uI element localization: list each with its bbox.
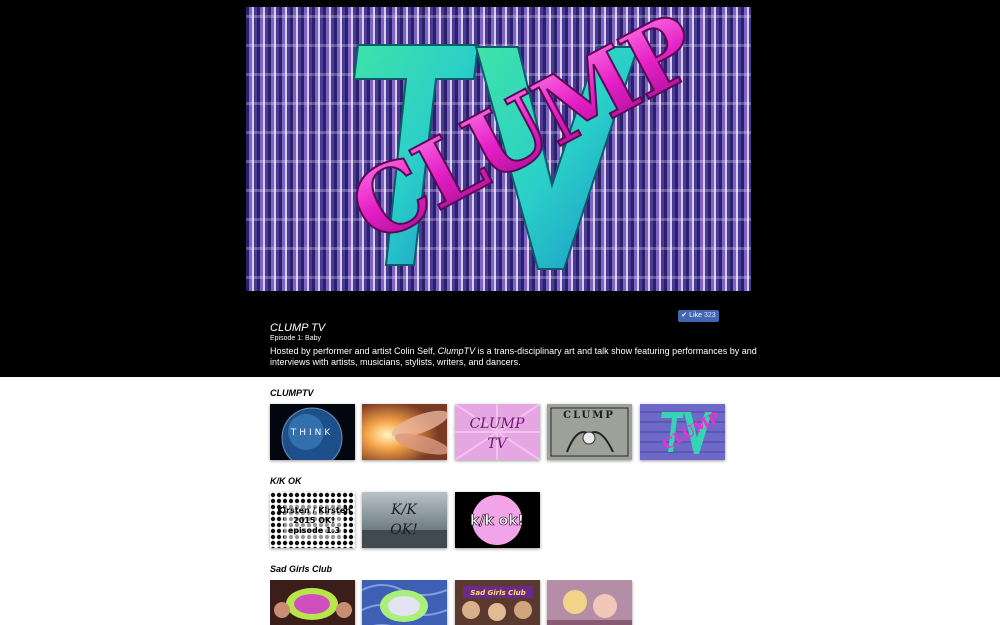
section-title-clumptv: CLUMPTV (270, 388, 314, 398)
video-header-area: CLUMP ✔ Like 323 CLUMP TV Episode 1: Bab… (0, 0, 1000, 377)
svg-text:OK!: OK! (390, 522, 418, 538)
thumb-caption: THINK (290, 428, 334, 438)
thumbnail-row-kk-ok: Kirsten / Kirsten 2015 OK! episode 1.3 K… (270, 492, 550, 548)
video-thumb-clump-silver[interactable]: CLUMP (547, 404, 632, 460)
svg-text:K/K: K/K (390, 502, 418, 518)
svg-text:2015 OK!: 2015 OK! (293, 516, 335, 525)
video-thumb-clump-tv-pink[interactable]: CLUMP TV (455, 404, 540, 460)
svg-text:episode 1.3: episode 1.3 (288, 526, 340, 535)
video-thumb-sad-girls-4[interactable] (547, 580, 632, 625)
video-thumb-clump-tv-logo[interactable]: CLUMP (640, 404, 725, 460)
video-thumb-kirsten[interactable]: Kirsten / Kirsten 2015 OK! episode 1.3 (270, 492, 355, 548)
desc-part-1: Hosted by performer and artist Colin Sel… (270, 346, 438, 356)
thumbnail-row-clumptv: THINK CLUMP TV CLUMP CLUMP (270, 404, 730, 460)
svg-text:TV: TV (487, 436, 508, 452)
svg-text:CLUMP: CLUMP (470, 416, 525, 432)
video-thumb-kk-ok-script[interactable]: K/K OK! (362, 492, 447, 548)
svg-text:k/k ok!: k/k ok! (470, 513, 524, 529)
svg-text:CLUMP: CLUMP (563, 410, 615, 421)
like-count: 323 (704, 312, 716, 319)
video-thumb-sad-girls-club-banner[interactable]: Sad Girls Club (455, 580, 540, 625)
show-title: CLUMP TV (270, 322, 326, 334)
video-thumb-kk-ok-pink[interactable]: k/k ok! (455, 492, 540, 548)
section-title-kk-ok: K/K OK (270, 476, 302, 486)
video-player[interactable]: CLUMP (246, 7, 751, 291)
thumbnail-row-sad-girls-club: Sad Girls Club (270, 580, 640, 625)
video-thumb-sad-girls-1[interactable] (270, 580, 355, 625)
episode-title: Episode 1: Baby (270, 335, 321, 342)
thumb-caption: Sad Girls Club (470, 589, 525, 597)
svg-text:Kirsten / Kirsten: Kirsten / Kirsten (277, 506, 351, 515)
checkmark-icon: ✔ (681, 312, 688, 319)
desc-show-name: ClumpTV (437, 346, 476, 356)
video-thumb-think[interactable]: THINK (270, 404, 355, 460)
section-title-sad-girls-club: Sad Girls Club (270, 564, 333, 574)
like-button[interactable]: ✔ Like 323 (678, 310, 719, 322)
clump-tv-logo-art: CLUMP (333, 7, 716, 270)
video-thumb-hands[interactable] (362, 404, 447, 460)
show-description: Hosted by performer and artist Colin Sel… (270, 346, 760, 368)
like-label: Like (689, 312, 703, 319)
video-thumb-sad-girls-2[interactable] (362, 580, 447, 625)
